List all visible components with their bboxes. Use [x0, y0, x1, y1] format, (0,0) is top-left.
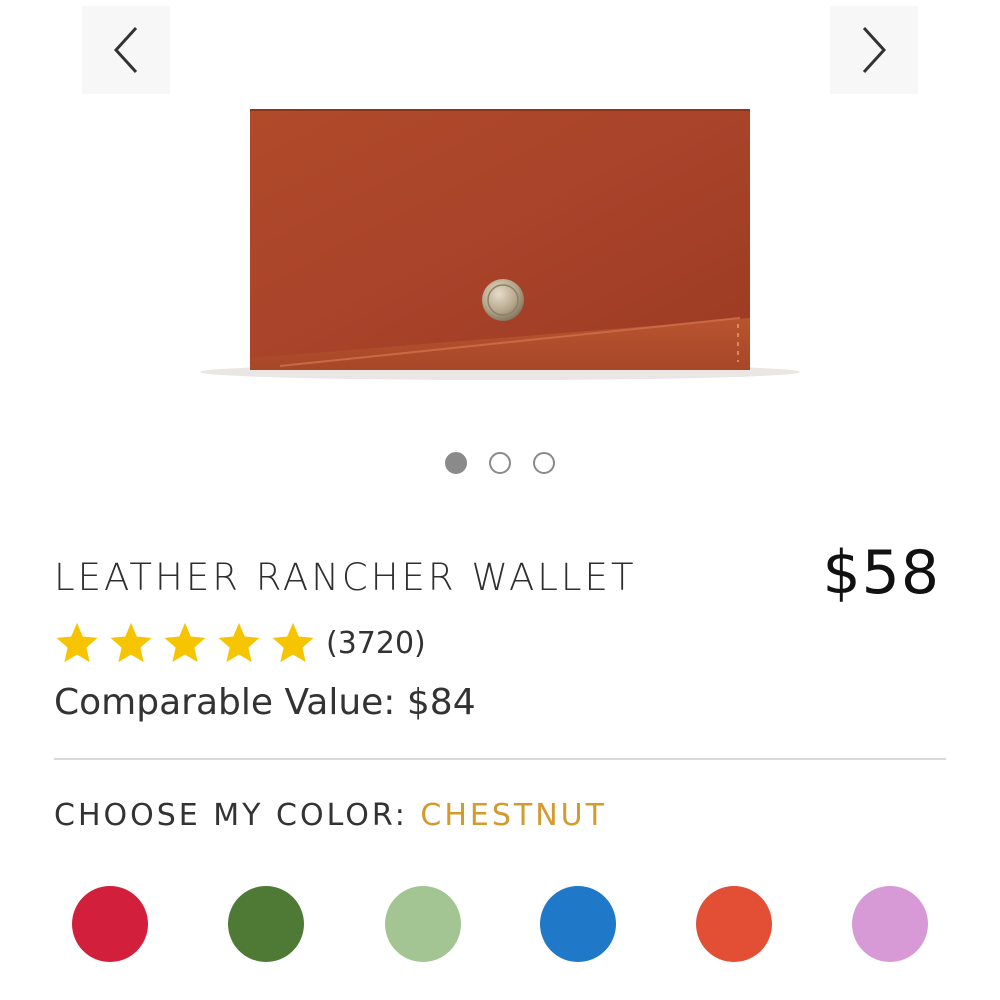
star-icon	[164, 622, 206, 663]
carousel-prev-button[interactable]	[82, 6, 170, 94]
chevron-left-icon	[113, 26, 138, 74]
comparable-value: Comparable Value: $84	[54, 682, 476, 723]
color-swatches	[0, 886, 1000, 966]
carousel-next-button[interactable]	[830, 6, 918, 94]
color-swatch[interactable]	[72, 886, 148, 962]
color-label: CHOOSE MY COLOR: CHESTNUT	[54, 798, 607, 833]
review-count[interactable]: (3720)	[326, 626, 426, 661]
star-icon	[218, 622, 260, 663]
product-price: $58	[822, 538, 940, 608]
color-swatch[interactable]	[852, 886, 928, 962]
color-swatch[interactable]	[696, 886, 772, 962]
carousel-dot-3[interactable]	[533, 452, 555, 474]
star-icon	[110, 622, 152, 663]
selected-color-name: CHESTNUT	[420, 798, 607, 833]
carousel-dot-1[interactable]	[445, 452, 467, 474]
product-title: LEATHER RANCHER WALLET	[54, 556, 637, 599]
color-swatch[interactable]	[385, 886, 461, 962]
carousel-dot-2[interactable]	[489, 452, 511, 474]
carousel-pagination	[0, 452, 1000, 474]
star-icon	[56, 622, 98, 663]
product-detail-page: LEATHER RANCHER WALLET $58 (3720) Compar…	[0, 0, 1000, 1000]
color-swatch[interactable]	[540, 886, 616, 962]
color-swatch[interactable]	[228, 886, 304, 962]
product-image	[200, 109, 800, 380]
color-label-prefix: CHOOSE MY COLOR:	[54, 798, 421, 833]
divider	[54, 758, 946, 760]
chevron-right-icon	[862, 26, 887, 74]
star-icon	[272, 622, 314, 663]
rating[interactable]: (3720)	[54, 620, 426, 666]
